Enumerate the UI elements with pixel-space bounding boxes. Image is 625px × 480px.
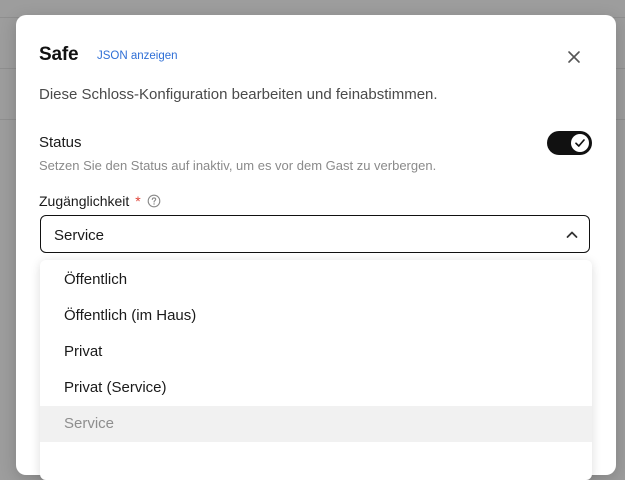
required-marker: * — [135, 193, 141, 209]
option-privat-service[interactable]: Privat (Service) — [40, 370, 592, 406]
edit-lock-modal: Safe JSON anzeigen Diese Schloss-Konfigu… — [16, 15, 616, 480]
status-toggle[interactable] — [547, 131, 592, 155]
option-service[interactable]: Service — [40, 406, 592, 442]
toggle-knob — [571, 134, 589, 152]
check-icon — [575, 139, 585, 147]
accessibility-label-text: Zugänglichkeit — [39, 193, 130, 209]
option-privat[interactable]: Privat — [40, 334, 592, 370]
modal-title: Safe — [39, 44, 79, 65]
modal-subtitle: Diese Schloss-Konfiguration bearbeiten u… — [39, 86, 438, 103]
status-label: Status — [39, 134, 82, 151]
close-icon — [568, 51, 580, 63]
option-oeffentlich-im-haus[interactable]: Öffentlich (im Haus) — [40, 298, 592, 334]
accessibility-label: Zugänglichkeit * — [39, 193, 161, 209]
accessibility-selected-value: Service — [54, 227, 105, 244]
close-button[interactable] — [564, 47, 584, 67]
chevron-up-icon — [566, 231, 578, 238]
show-json-link[interactable]: JSON anzeigen — [97, 50, 178, 62]
accessibility-select[interactable]: Service — [40, 215, 590, 253]
accessibility-dropdown: Öffentlich Öffentlich (im Haus) Privat P… — [40, 260, 592, 480]
option-oeffentlich[interactable]: Öffentlich — [40, 262, 592, 298]
question-circle-icon[interactable] — [147, 194, 161, 208]
status-help-text: Setzen Sie den Status auf inaktiv, um es… — [39, 158, 437, 173]
